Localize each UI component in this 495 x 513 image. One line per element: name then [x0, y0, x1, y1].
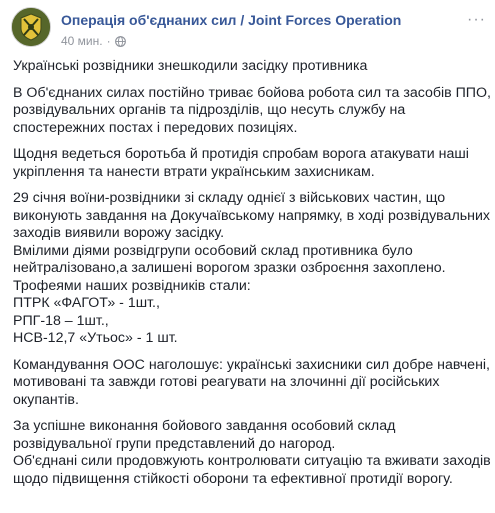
post-text-line: спостережних постах і передових позиціях…	[13, 119, 298, 136]
post-text-line: Українські розвідники знешкодили засідку…	[13, 58, 368, 74]
post-text-line: В Об'єднаних силах постійно триває бойов…	[13, 84, 491, 101]
post-text-line: Командування ООС наголошує: українські з…	[13, 356, 490, 373]
post-paragraph: Щодня ведеться боротьба й протидія спроб…	[13, 146, 489, 181]
post-header: Операція об'єднаних сил / Joint Forces O…	[8, 7, 488, 51]
post-timestamp[interactable]: 40 мин.	[61, 34, 103, 48]
post-text-line: окупантів.	[13, 391, 79, 408]
post-text-line: заходів виявили ворожу засідку.	[13, 225, 225, 241]
page-avatar[interactable]	[11, 7, 51, 47]
meta-separator: ·	[106, 34, 111, 48]
post-text-line: РПГ-18 – 1шт.,	[13, 312, 109, 329]
post-text-line: щодо підвищення стійкості оборони та ефе…	[13, 470, 453, 487]
globe-icon	[114, 35, 126, 47]
post-text-line: розвідувальних органів та підрозділів, щ…	[13, 102, 406, 118]
post-paragraph: В Об'єднаних силах постійно триває бойов…	[13, 84, 491, 138]
post-meta: 40 мин. ·	[61, 34, 126, 48]
post-body: Українські розвідники знешкодили засідку…	[13, 58, 491, 497]
post-paragraph: Командування ООС наголошує: українські з…	[13, 356, 490, 410]
post-text-line: 29 січня воїни-розвідники зі складу одні…	[13, 190, 446, 206]
more-options-icon[interactable]: ···	[467, 11, 486, 29]
post-text-line: виконують завдання на Докучаївському нап…	[13, 207, 490, 224]
page-name-link[interactable]: Операція об'єднаних сил / Joint Forces O…	[61, 12, 401, 28]
post-text-line: НСВ-12,7 «Утьос» - 1 шт.	[13, 330, 178, 346]
post-paragraph: Українські розвідники знешкодили засідку…	[13, 58, 489, 76]
post-paragraph: За успішне виконання бойового завдання о…	[13, 418, 491, 488]
post-text-line: Вмілими діями розвідгрупи особовий склад…	[13, 242, 413, 259]
post-text-line: укріплення та нанести втрати українським…	[13, 163, 375, 180]
post-text-line: мотивовані та завжди готові реагувати на…	[13, 374, 440, 390]
military-emblem-icon	[12, 8, 50, 46]
post-text-line: ПТРК «ФАГОТ» - 1шт.,	[13, 295, 160, 311]
post-text-line: За успішне виконання бойового завдання о…	[13, 418, 396, 434]
post-text-line: розвідувальної групи представлений до на…	[13, 435, 336, 452]
post-paragraph: 29 січня воїни-розвідники зі складу одні…	[13, 190, 490, 348]
post-text-line: Трофеями наших розвідників стали:	[13, 277, 251, 294]
post-text-line: Щодня ведеться боротьба й протидія спроб…	[13, 146, 469, 162]
post-text-line: нейтралізовано,а залишені ворогом зразки…	[13, 260, 446, 276]
post-text-line: Об'єднані сили продовжують контролювати …	[13, 453, 491, 469]
facebook-post: Операція об'єднаних сил / Joint Forces O…	[0, 0, 495, 513]
